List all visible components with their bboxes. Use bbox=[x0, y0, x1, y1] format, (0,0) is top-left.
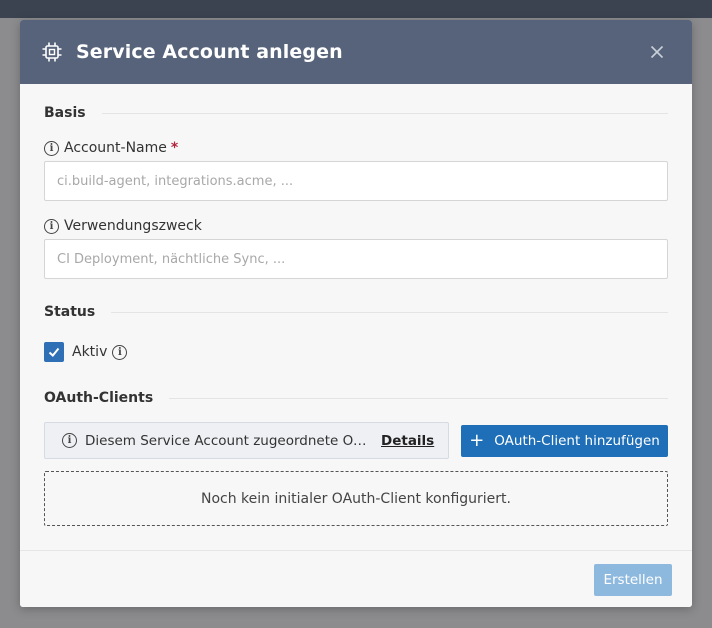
section-oauth-title: OAuth-Clients bbox=[44, 390, 154, 406]
oauth-notice: i Diesem Service Account zugeordnete OAu… bbox=[44, 422, 449, 459]
section-basis-title: Basis bbox=[44, 105, 86, 121]
add-oauth-client-label: OAuth-Client hinzufügen bbox=[494, 433, 660, 449]
app-topbar bbox=[0, 0, 712, 18]
close-icon bbox=[650, 45, 664, 59]
info-icon[interactable]: i bbox=[44, 218, 59, 234]
required-marker: * bbox=[170, 140, 179, 156]
oauth-empty-state: Noch kein initialer OAuth-Client konfigu… bbox=[44, 471, 668, 526]
details-link[interactable]: Details bbox=[381, 433, 434, 449]
check-icon bbox=[48, 347, 60, 357]
create-button[interactable]: Erstellen bbox=[594, 564, 672, 596]
plus-icon: + bbox=[469, 430, 485, 451]
section-status: Status bbox=[44, 304, 668, 320]
active-label: Aktiv bbox=[72, 344, 108, 360]
service-account-dialog: Service Account anlegen Basis i Account-… bbox=[20, 20, 692, 607]
account-name-label-text: Account-Name bbox=[64, 140, 167, 156]
dialog-body: Basis i Account-Name * i Verwendungszwec… bbox=[20, 84, 692, 550]
purpose-label: i Verwendungszweck bbox=[44, 218, 202, 234]
chip-icon bbox=[41, 41, 63, 63]
info-icon: i bbox=[62, 433, 77, 448]
info-icon[interactable]: i bbox=[112, 344, 128, 360]
active-checkbox-row: Aktiv i bbox=[44, 342, 128, 362]
info-icon[interactable]: i bbox=[44, 140, 59, 156]
dialog-title: Service Account anlegen bbox=[76, 41, 343, 63]
section-divider bbox=[101, 112, 668, 114]
account-name-label: i Account-Name * bbox=[44, 140, 178, 156]
section-divider bbox=[111, 311, 668, 313]
section-basis: Basis bbox=[44, 105, 668, 121]
dialog-header: Service Account anlegen bbox=[20, 20, 692, 84]
purpose-label-text: Verwendungszweck bbox=[64, 218, 202, 234]
account-name-input[interactable] bbox=[44, 161, 668, 201]
oauth-empty-text: Noch kein initialer OAuth-Client konfigu… bbox=[200, 490, 511, 507]
active-checkbox[interactable] bbox=[44, 342, 64, 362]
purpose-input[interactable] bbox=[44, 239, 668, 279]
add-oauth-client-button[interactable]: + OAuth-Client hinzufügen bbox=[461, 425, 668, 457]
close-button[interactable] bbox=[649, 44, 665, 60]
section-oauth: OAuth-Clients bbox=[44, 390, 668, 406]
oauth-notice-text: Diesem Service Account zugeordnete OAuth… bbox=[85, 432, 367, 449]
section-divider bbox=[169, 397, 668, 399]
section-status-title: Status bbox=[44, 304, 96, 320]
dialog-footer: Erstellen bbox=[20, 550, 692, 607]
